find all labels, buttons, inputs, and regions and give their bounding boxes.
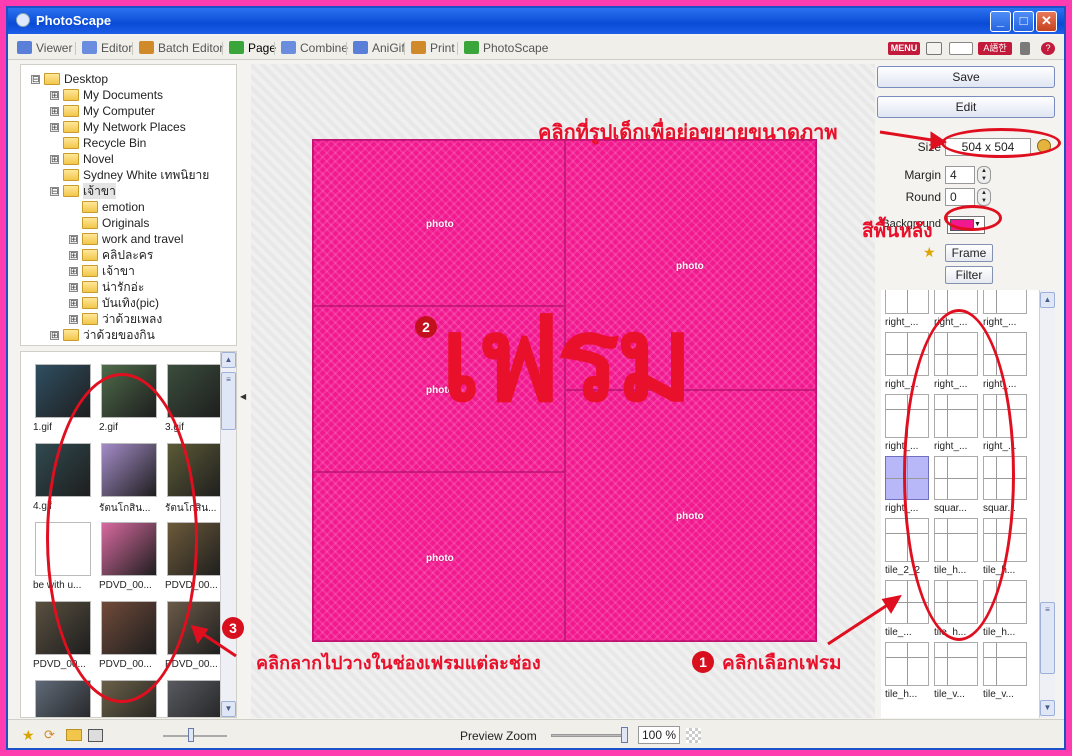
arrowhead-icon [190,624,209,645]
arrowhead-icon [881,594,902,614]
annotation-arrows [190,130,947,658]
arrow-to-size [879,130,939,143]
arrow-to-thumbs [199,630,237,658]
arrowhead-icon [930,131,947,151]
arrow-to-frames [827,600,893,646]
